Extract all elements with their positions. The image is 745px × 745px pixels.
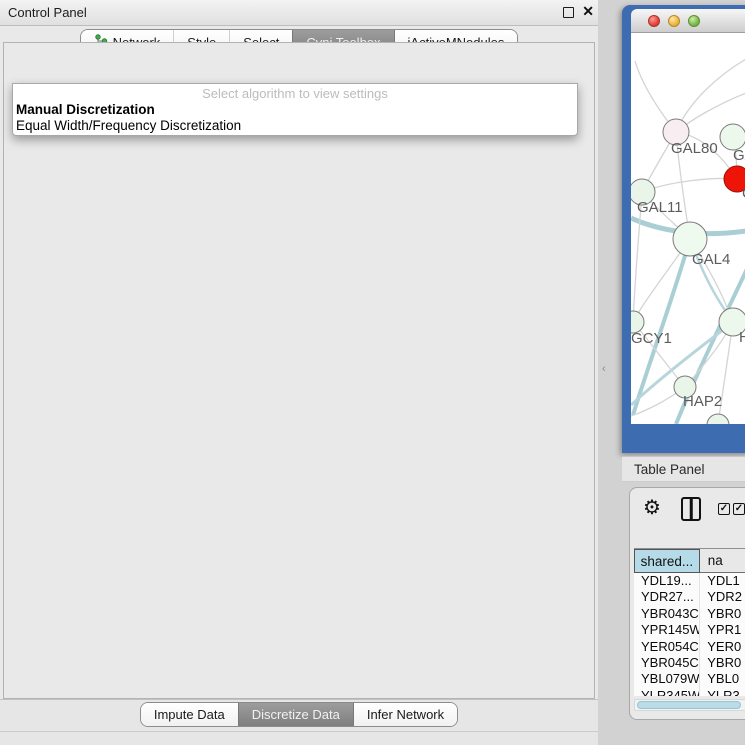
table-cell[interactable]: YLR345W [634, 688, 700, 696]
network-node[interactable] [707, 414, 729, 424]
divider-grip[interactable]: ‹ [602, 363, 610, 375]
table-cell[interactable]: YBR0 [700, 655, 745, 671]
tab-label: Infer Network [367, 707, 444, 722]
network-node-label: GA [733, 147, 745, 164]
table-row[interactable]: YDR27...YDR2 [634, 589, 745, 605]
table-panel-header: Table Panel [622, 456, 745, 482]
table-horizontal-scrollbar[interactable] [634, 699, 745, 711]
network-nodes: GAL80GACGAL11GAL4GCY1HHAP2 [631, 119, 745, 424]
checkbox-icon[interactable]: ✓ [718, 503, 730, 515]
algorithm-option-equal-width-frequency-discretization[interactable]: Equal Width/Frequency Discretization [15, 118, 575, 133]
divider-line [0, 731, 598, 732]
control-panel-window: Control Panel ✕ NetworkStyleSelectCyni T… [0, 0, 598, 745]
table-cell[interactable]: YDL1 [700, 573, 745, 589]
tab-infer-network[interactable]: Infer Network [353, 703, 457, 726]
close-icon[interactable]: ✕ [582, 3, 594, 20]
network-node-label: GAL4 [692, 251, 730, 268]
cyni-toolbox-panel [3, 42, 595, 699]
algorithm-option-manual-discretization[interactable]: Manual Discretization [15, 102, 575, 117]
table-row[interactable]: YER054CYER0 [634, 639, 745, 655]
table-cell[interactable]: YBR045C [634, 655, 700, 671]
table-panel: ⚙ ✓ ✓ shared...na YDL19...YDL1YDR27...YD… [629, 487, 745, 720]
table-cell[interactable]: YPR145W [634, 622, 700, 638]
table-cell[interactable]: YBR043C [634, 606, 700, 622]
checkbox-icon[interactable]: ✓ [733, 503, 745, 515]
table-cell[interactable]: YPR1 [700, 622, 745, 638]
scrollbar-thumb[interactable] [637, 701, 741, 709]
table-column-header-shared-[interactable]: shared... [634, 549, 700, 573]
tab-discretize-data[interactable]: Discretize Data [238, 703, 353, 726]
network-node-label: GAL11 [637, 199, 683, 216]
table-row[interactable]: YBL079WYBL0 [634, 671, 745, 687]
network-node-label: GCY1 [631, 330, 672, 347]
split-panel-icon[interactable] [681, 497, 701, 521]
float-window-icon[interactable] [563, 7, 574, 18]
tab-label: Discretize Data [252, 707, 340, 722]
table-row[interactable]: YDL19...YDL1 [634, 573, 745, 589]
control-panel-title: Control Panel [8, 5, 87, 20]
table-column-header-na[interactable]: na [700, 549, 745, 573]
table-panel-title: Table Panel [634, 462, 705, 477]
table-row[interactable]: YPR145WYPR1 [634, 622, 745, 638]
table-cell[interactable]: YDR27... [634, 589, 700, 605]
table-cell[interactable]: YBR0 [700, 606, 745, 622]
network-node-label: H [739, 329, 745, 346]
node-table[interactable]: shared...na YDL19...YDL1YDR27...YDR2YBR0… [634, 548, 745, 696]
close-traffic-light-icon[interactable] [648, 15, 660, 27]
zoom-traffic-light-icon[interactable] [688, 15, 700, 27]
gear-icon[interactable]: ⚙ [643, 497, 661, 519]
table-row[interactable]: YBR045CYBR0 [634, 655, 745, 671]
network-canvas[interactable]: GAL80GACGAL11GAL4GCY1HHAP2 [631, 33, 745, 424]
table-cell[interactable]: YLR3 [700, 688, 745, 696]
network-window-titlebar[interactable] [631, 9, 745, 33]
table-cell[interactable]: YER0 [700, 639, 745, 655]
table-row[interactable]: YLR345WYLR3 [634, 688, 745, 696]
network-node-label: HAP2 [683, 393, 722, 410]
bottom-tab-bar: Impute Data Discretize Data Infer Network [0, 702, 598, 727]
tab-label: Impute Data [154, 707, 225, 722]
algorithm-prompt-text: Select algorithm to view settings [13, 86, 577, 101]
algorithm-dropdown-popup: Select algorithm to view settings Manual… [12, 83, 578, 136]
table-cell[interactable]: YBL0 [700, 671, 745, 687]
table-cell[interactable]: YDR2 [700, 589, 745, 605]
table-cell[interactable]: YBL079W [634, 671, 700, 687]
screen: ‹ Control Panel ✕ NetworkStyleSelectCyni… [0, 0, 745, 745]
table-cell[interactable]: YDL19... [634, 573, 700, 589]
table-row[interactable]: YBR043CYBR0 [634, 606, 745, 622]
minimize-traffic-light-icon[interactable] [668, 15, 680, 27]
network-node-label: GAL80 [671, 140, 718, 157]
tab-impute-data[interactable]: Impute Data [141, 703, 238, 726]
control-panel-titlebar: Control Panel ✕ [0, 0, 598, 26]
table-cell[interactable]: YER054C [634, 639, 700, 655]
network-view-window[interactable]: GAL80GACGAL11GAL4GCY1HHAP2 [622, 5, 745, 453]
